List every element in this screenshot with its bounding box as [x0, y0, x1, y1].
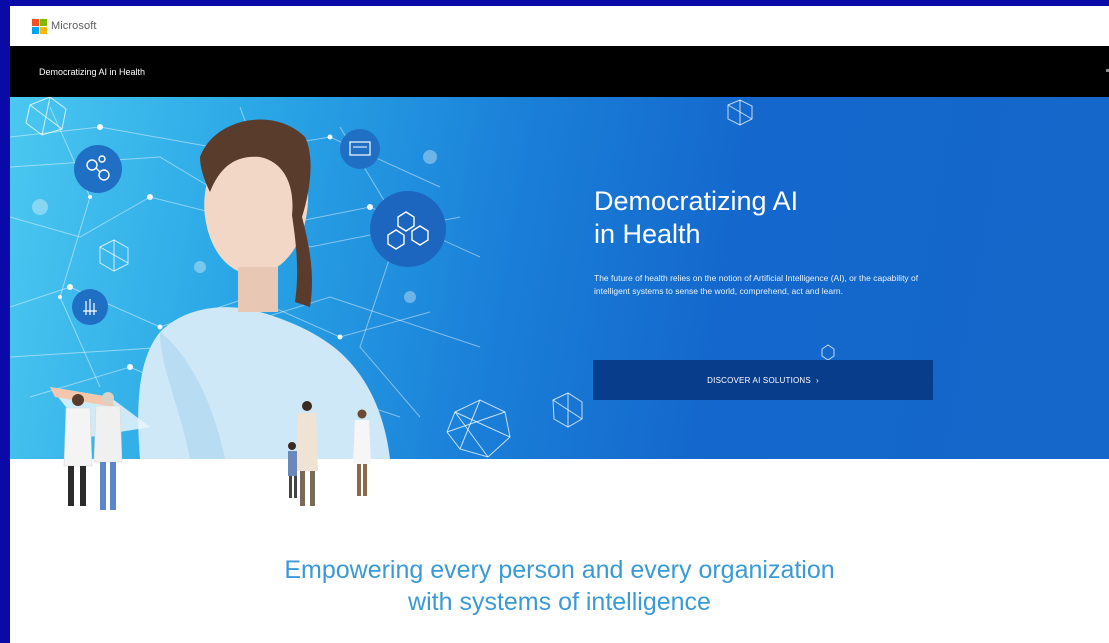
cta-label: DISCOVER AI SOLUTIONS: [707, 375, 811, 385]
discover-ai-solutions-button[interactable]: DISCOVER AI SOLUTIONS ›: [593, 360, 933, 400]
hero-description: The future of health relies on the notio…: [594, 273, 919, 296]
device-icon: [340, 129, 380, 169]
nav-site-title-link[interactable]: Democratizing AI in Health: [39, 67, 145, 77]
doctor-figure-left: [63, 392, 123, 510]
tagline: Empowering every person and every organi…: [284, 556, 835, 616]
people-group-center: [288, 401, 371, 506]
hero-title: Democratizing AI in Health: [594, 186, 799, 249]
microsoft-logo-icon: [32, 18, 47, 34]
hand-touch-icon: [72, 289, 108, 325]
browser-viewport: Microsoft Democratizing AI in Health Dem…: [10, 6, 1109, 643]
site-header: Microsoft: [10, 6, 1109, 46]
brand-name: Microsoft: [51, 20, 97, 32]
chevron-right-icon: ›: [815, 375, 819, 385]
site-nav: Democratizing AI in Health: [10, 46, 1109, 97]
microsoft-logo[interactable]: Microsoft: [32, 18, 97, 34]
molecule-icon: [74, 145, 122, 193]
hexagon-network-icon: [370, 191, 446, 267]
people-figures: [63, 392, 371, 510]
